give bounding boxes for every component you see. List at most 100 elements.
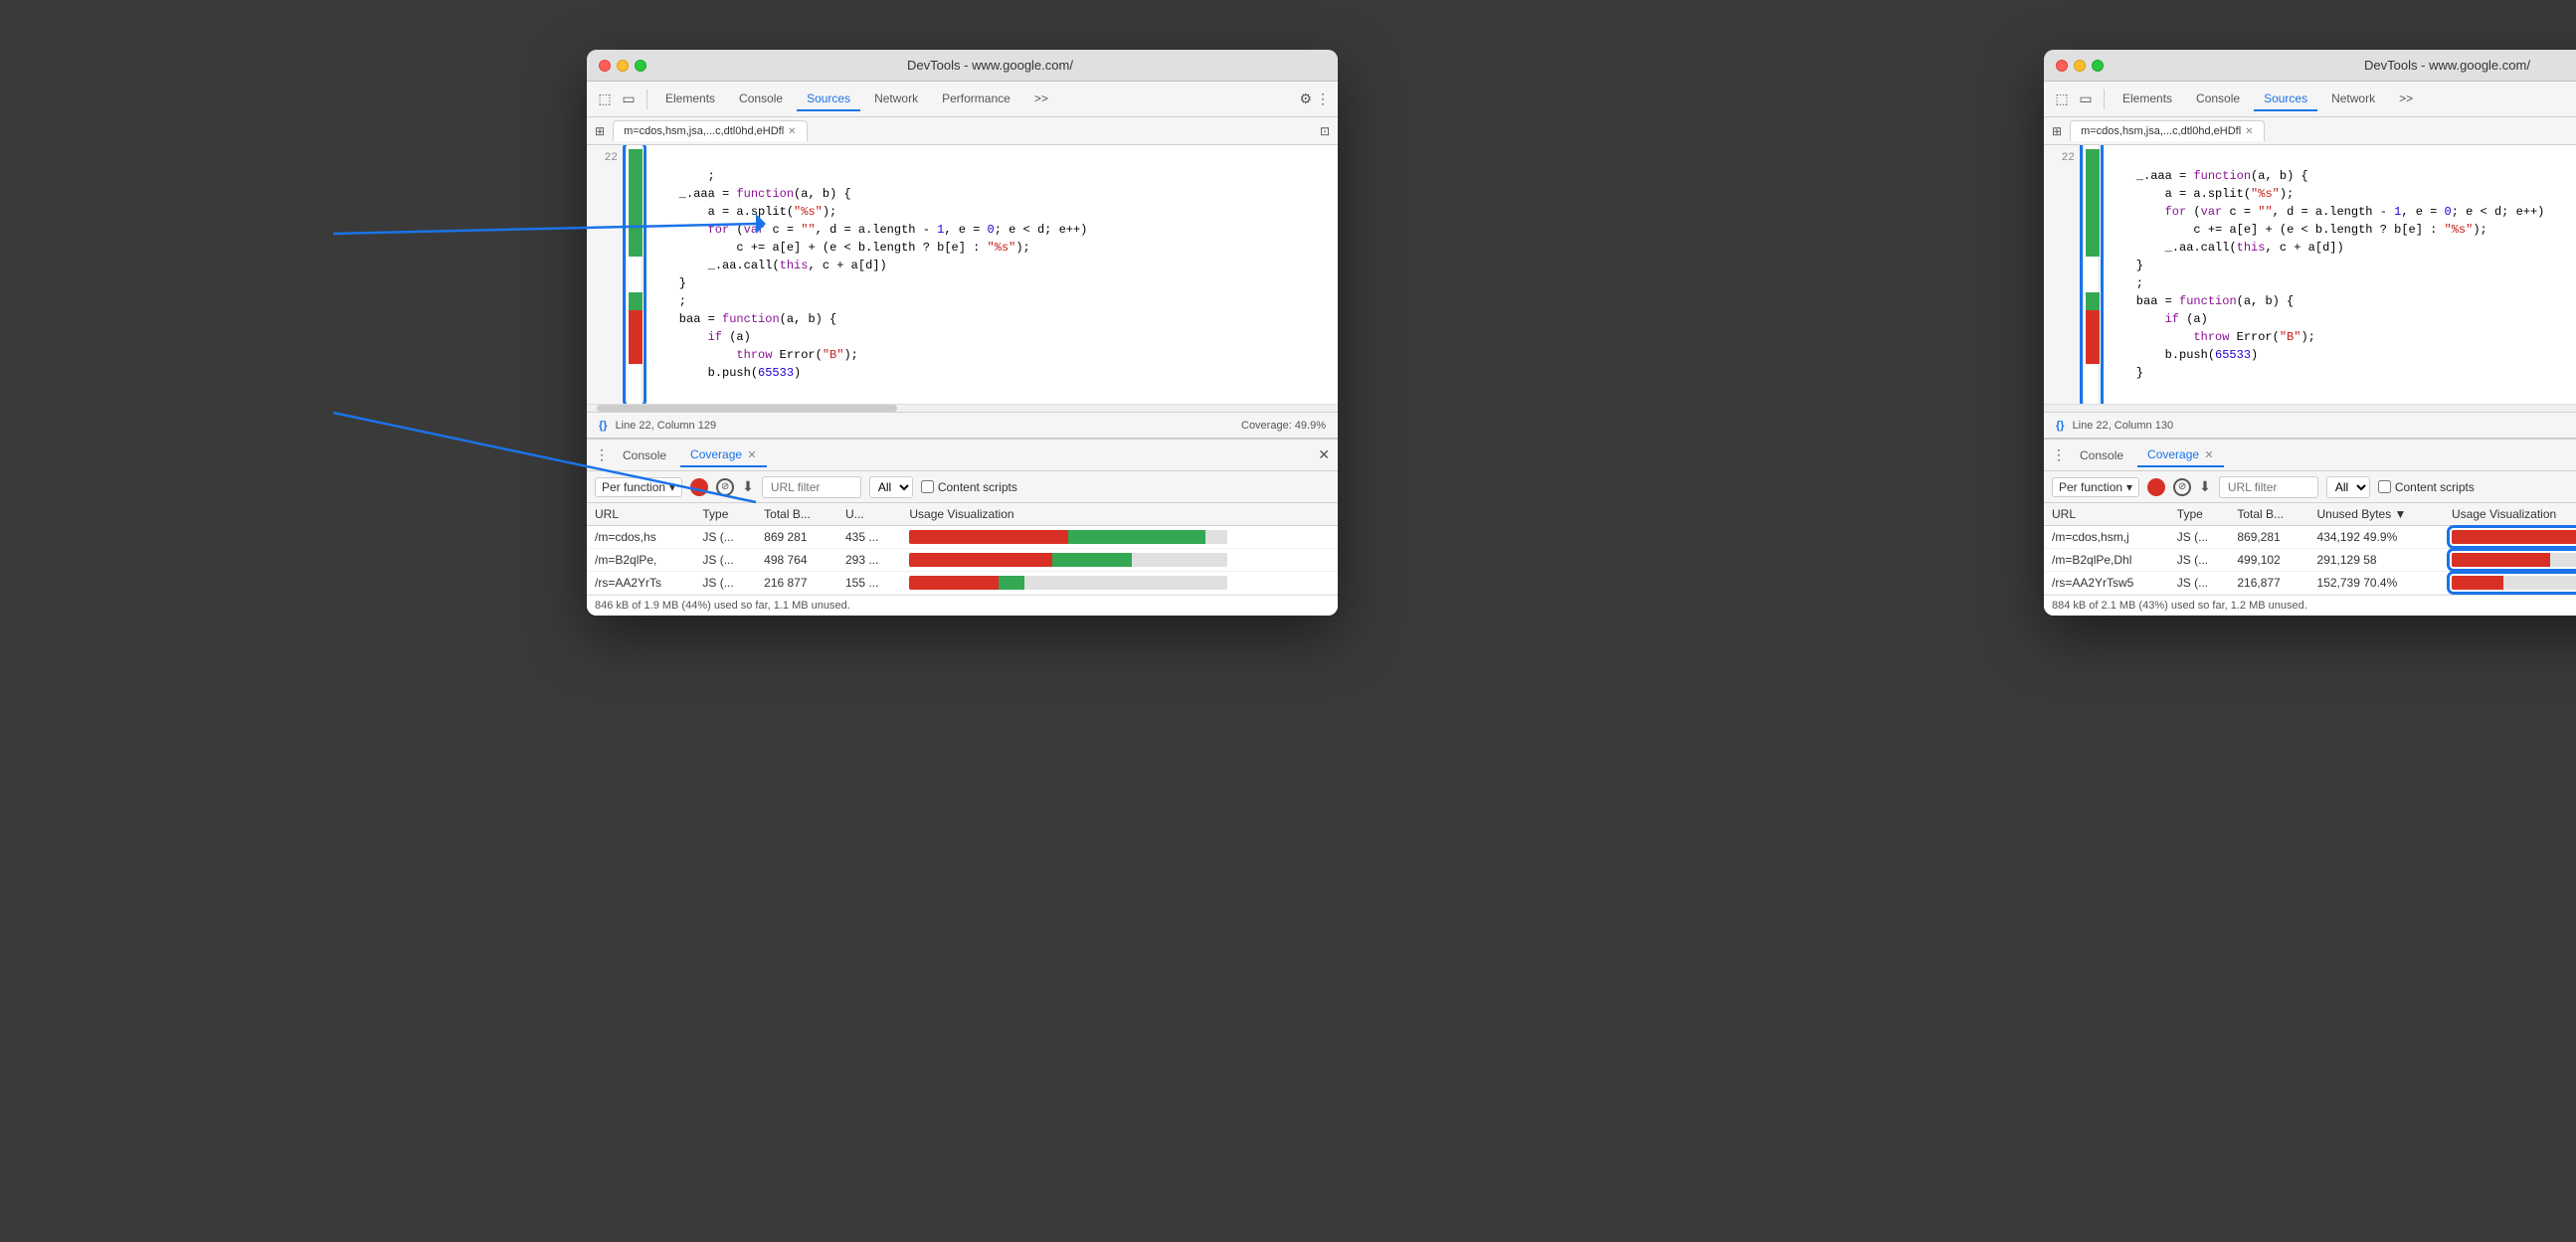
sidebar-toggle-left[interactable]: ⊞ [591,120,609,142]
cell-total: 216,877 [2229,572,2308,595]
cell-url: /rs=AA2YrTsw5 [2044,572,2169,595]
cell-url: /m=cdos,hs [587,526,694,549]
code-editor-right[interactable]: 22 [2044,145,2576,412]
tab-coverage-panel-right[interactable]: Coverage ✕ [2137,444,2224,467]
separator [646,89,647,109]
table-row[interactable]: /m=B2qlPe, JS (... 498 764 293 ... [587,549,1338,572]
separator-right [2104,89,2105,109]
cell-unused: 291,129 58 [2309,549,2444,572]
devtools-right: DevTools - www.google.com/ ⬚ ▭ Elements … [2044,50,2576,616]
tab-elements-left[interactable]: Elements [655,88,725,111]
col-total-left[interactable]: Total B... [756,503,837,526]
content-scripts-checkbox-left[interactable]: Content scripts [921,480,1017,494]
line-numbers-right: 22 [2044,145,2084,404]
device-icon-right[interactable]: ▭ [2076,89,2096,109]
per-function-button-right[interactable]: Per function ▾ [2052,477,2139,497]
more-menu-icon[interactable]: ⋮ [1316,90,1330,107]
traffic-lights-left[interactable] [599,60,646,72]
col-url-left[interactable]: URL [587,503,694,526]
code-editor-left[interactable]: 22 [587,145,1338,412]
minimize-button[interactable] [617,60,629,72]
col-type-left[interactable]: Type [694,503,756,526]
table-row[interactable]: /m=cdos,hs JS (... 869 281 435 ... [587,526,1338,549]
coverage-tab-close-right[interactable]: ✕ [2204,449,2213,461]
col-unused-left[interactable]: U... [837,503,901,526]
download-icon-right[interactable]: ⬇ [2199,478,2211,495]
content-scripts-check-right[interactable] [2378,480,2391,493]
file-tab-bar-left: ⊞ m=cdos,hsm,jsa,...c,dtl0hd,eHDfl ✕ ⊡ [587,117,1338,145]
coverage-tab-close-left[interactable]: ✕ [747,449,756,461]
tab-performance-left[interactable]: Performance [932,88,1020,111]
all-filter-select-right[interactable]: All [2326,476,2370,498]
panel-tab-bar-left: ⋮ Console Coverage ✕ ✕ [587,440,1338,471]
sidebar-toggle-right[interactable]: ⊞ [2048,120,2066,142]
tab-console-panel-left[interactable]: Console [613,444,676,466]
tab-network-left[interactable]: Network [864,88,928,111]
col-total-right[interactable]: Total B... [2229,503,2308,526]
tab-more-right[interactable]: >> [2389,88,2423,111]
tab-more-left[interactable]: >> [1024,88,1058,111]
inspect-icon-right[interactable]: ⬚ [2052,89,2072,109]
tab-sources-left[interactable]: Sources [797,88,860,111]
tab-sources-right[interactable]: Sources [2254,88,2317,111]
horizontal-scrollbar-left[interactable] [587,404,1338,412]
tab-network-right[interactable]: Network [2321,88,2385,111]
cell-url: /m=B2qlPe, [587,549,694,572]
minimize-button-right[interactable] [2074,60,2086,72]
tab-console-panel-right[interactable]: Console [2070,444,2133,466]
col-unused-bytes-right[interactable]: Unused Bytes ▼ [2309,503,2444,526]
gear-icon[interactable]: ⚙ [1299,90,1312,107]
tab-console-right[interactable]: Console [2186,88,2250,111]
file-tab-left[interactable]: m=cdos,hsm,jsa,...c,dtl0hd,eHDfl ✕ [613,120,807,141]
url-filter-input-left[interactable] [762,476,861,498]
code-text-left[interactable]: ; _.aaa = function(a, b) { a = a.split("… [643,145,1338,404]
close-button[interactable] [599,60,611,72]
tab-console-left[interactable]: Console [729,88,793,111]
coverage-table-right: URL Type Total B... Unused Bytes ▼ Usage… [2044,503,2576,595]
content-scripts-checkbox-right[interactable]: Content scripts [2378,480,2475,494]
close-button-right[interactable] [2056,60,2068,72]
coverage-table-container-right[interactable]: URL Type Total B... Unused Bytes ▼ Usage… [2044,503,2576,595]
inspect-icon[interactable]: ⬚ [595,89,615,109]
table-row[interactable]: /m=cdos,hsm,j JS (... 869,281 434,192 49… [2044,526,2576,549]
table-row[interactable]: /m=B2qlPe,Dhl JS (... 499,102 291,129 58 [2044,549,2576,572]
maximize-button-right[interactable] [2092,60,2104,72]
col-url-right[interactable]: URL [2044,503,2169,526]
url-filter-input-right[interactable] [2219,476,2318,498]
code-text-right[interactable]: _.aaa = function(a, b) { a = a.split("%s… [2100,145,2576,404]
horizontal-scrollbar-right[interactable] [2044,404,2576,412]
coverage-percentage-left: Coverage: 49.9% [1241,420,1326,432]
file-tab-right[interactable]: m=cdos,hsm,jsa,...c,dtl0hd,eHDfl ✕ [2070,120,2264,141]
record-button-right[interactable] [2147,478,2165,496]
table-row[interactable]: /rs=AA2YrTsw5 JS (... 216,877 152,739 70… [2044,572,2576,595]
file-tab-close-left[interactable]: ✕ [788,126,796,137]
clear-button-right[interactable]: ⊘ [2173,478,2191,496]
device-icon[interactable]: ▭ [619,89,639,109]
traffic-lights-right[interactable] [2056,60,2104,72]
bottom-panel-left: ⋮ Console Coverage ✕ ✕ Per function ▾ ⊘ … [587,438,1338,616]
coverage-table-container-left[interactable]: URL Type Total B... U... Usage Visualiza… [587,503,1338,595]
all-filter-select-left[interactable]: All [869,476,913,498]
col-viz-right[interactable]: Usage Visualization [2444,503,2576,526]
close-panel-icon-left[interactable]: ✕ [1318,446,1330,463]
table-row[interactable]: /rs=AA2YrTs JS (... 216 877 155 ... [587,572,1338,595]
coverage-table-left: URL Type Total B... U... Usage Visualiza… [587,503,1338,595]
panel-dots-icon-right[interactable]: ⋮ [2052,446,2066,463]
file-tab-close-right[interactable]: ✕ [2245,126,2253,137]
panel-dots-icon[interactable]: ⋮ [595,446,609,463]
tab-elements-right[interactable]: Elements [2113,88,2182,111]
content-scripts-check-left[interactable] [921,480,934,493]
collapse-icon[interactable]: ⊡ [1320,124,1334,138]
window-title-right: DevTools - www.google.com/ [2112,58,2576,73]
maximize-button[interactable] [635,60,646,72]
download-icon-left[interactable]: ⬇ [742,478,754,495]
cell-viz [2444,526,2576,549]
cell-total: 869,281 [2229,526,2308,549]
clear-button-left[interactable]: ⊘ [716,478,734,496]
record-button-left[interactable] [690,478,708,496]
per-function-button-left[interactable]: Per function ▾ [595,477,682,497]
col-type-right[interactable]: Type [2169,503,2230,526]
col-viz-left[interactable]: Usage Visualization [901,503,1338,526]
dropdown-arrow-right: ▾ [2126,480,2132,494]
tab-coverage-panel-left[interactable]: Coverage ✕ [680,444,767,467]
